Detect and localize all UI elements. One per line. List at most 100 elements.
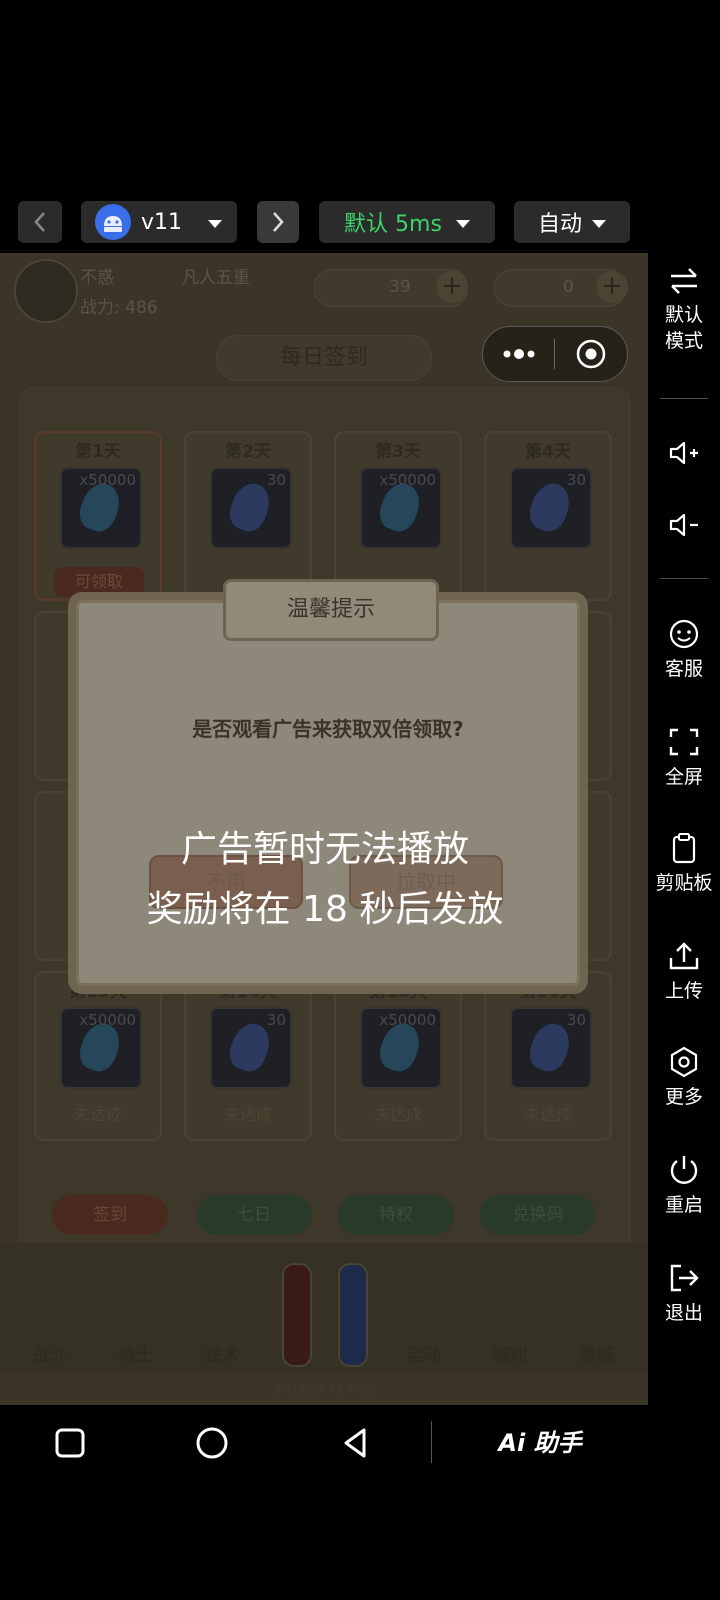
day-card[interactable]: 第14天 30 未达成 [184,971,312,1141]
progress-text: 44/303 (14%) [272,1381,376,1399]
panel-title-banner: 每日签到 [216,335,432,381]
reward-qty: 30 [266,1011,286,1029]
customer-service-button[interactable]: 客服 [648,618,720,682]
ai-assistant-label: Ai 助手 [498,1429,582,1457]
tab-privilege[interactable]: 特权 [338,1195,454,1235]
exit-button[interactable]: 退出 [648,1262,720,1326]
nav-spell[interactable]: 法术 [182,1341,262,1366]
dialog-title: 温馨提示 [223,579,439,641]
tab-redeem-code[interactable]: 兑换码 [480,1195,596,1235]
divider [660,398,708,399]
nav-attendant[interactable]: 侍士 [96,1341,176,1366]
caret-down-icon [208,220,223,228]
exit-label: 退出 [664,1302,703,1324]
reward-icon: 30 [210,467,292,549]
more-label: 更多 [664,1086,703,1108]
nav-shop[interactable]: 商城 [556,1341,636,1366]
day-status: 未达成 [523,1105,572,1124]
quality-selector[interactable]: 自动 [514,201,630,243]
switch-mode-button[interactable]: 默认 模式 [648,266,720,354]
upload-button[interactable]: 上传 [648,940,720,1004]
day-card[interactable]: 第4天 30 [484,431,612,601]
day-card[interactable]: 第3天 x50000 [334,431,462,601]
player-avatar[interactable] [14,259,78,323]
day-card[interactable]: 第16天 30 未达成 [484,971,612,1141]
fullscreen-button[interactable]: 全屏 [648,726,720,790]
triangle-back-icon [344,1428,366,1458]
more-options-button[interactable] [483,327,553,381]
forward-button[interactable] [257,201,299,243]
back-button[interactable] [18,201,62,243]
reward-qty: 30 [566,1011,586,1029]
back-nav-button[interactable] [336,1423,376,1463]
fullscreen-icon [669,728,699,756]
square-icon [55,1428,85,1458]
reward-qty: x50000 [379,471,436,489]
clipboard-button[interactable]: 剪贴板 [648,832,720,896]
ad-unavailable-toast: 广告暂时无法播放 奖励将在 18 秒后发放 [100,820,550,940]
player-power: 战力: 486 [80,298,158,318]
divider [660,578,708,579]
toast-line-1: 广告暂时无法播放 [180,829,469,870]
reward-icon: x50000 [60,467,142,549]
caret-down-icon [592,220,606,228]
day-card[interactable]: 第13天 x50000 未达成 [34,971,162,1141]
reward-icon: x50000 [360,1007,442,1089]
customer-service-label: 客服 [664,658,703,680]
restart-button[interactable]: 重启 [648,1154,720,1218]
reward-icon: 30 [510,467,592,549]
day-card[interactable]: 第2天 30 [184,431,312,601]
reward-icon: x50000 [360,467,442,549]
currency-value-2: 0 [563,277,574,297]
reward-qty: x50000 [79,1011,136,1029]
nav-battle[interactable]: 战斗 [10,1341,90,1366]
nav-divider [431,1421,432,1463]
circle-icon [196,1427,228,1459]
day-label: 第2天 [225,442,271,462]
device-selector[interactable]: v11 [81,201,237,243]
nav-event[interactable]: 活动 [384,1341,464,1366]
day-label: 第1天 [75,442,121,462]
latency-mode-selector[interactable]: 默认 5ms [319,201,495,243]
day-status: 未达成 [73,1105,122,1124]
add-currency-1-button[interactable]: + [436,271,468,303]
volume-up-button[interactable] [648,438,720,474]
player-realm: 凡人五重 [182,268,250,288]
hp-gauge [282,1263,312,1367]
tab-signin[interactable]: 签到 [52,1195,168,1235]
day-label: 第3天 [375,442,421,462]
day-card[interactable]: 第1天 x50000 可领取 [34,431,162,601]
panel-title: 每日签到 [279,345,368,370]
clipboard-label: 剪贴板 [655,872,713,894]
volume-down-button[interactable] [648,510,720,546]
add-currency-2-button[interactable]: + [596,271,628,303]
reward-icon: x50000 [60,1007,142,1089]
restart-label: 重启 [664,1194,703,1216]
android-icon [95,204,131,240]
clipboard-icon [672,833,696,864]
player-name: 不惑 [80,268,114,288]
customer-service-icon [669,619,699,649]
target-icon [576,339,606,369]
more-button[interactable]: 更多 [648,1046,720,1110]
day-card[interactable]: 第15天 x50000 未达成 [334,971,462,1141]
nav-welfare[interactable]: 福利 [470,1341,550,1366]
reward-qty: 30 [566,471,586,489]
close-miniprogram-button[interactable] [555,327,627,381]
miniprogram-capsule [482,326,628,382]
reward-qty: x50000 [79,471,136,489]
reward-icon: 30 [510,1007,592,1089]
logout-icon [670,1264,699,1292]
ai-assistant-button[interactable]: Ai 助手 [490,1425,590,1461]
device-label: v11 [141,209,183,235]
toast-line-2: 奖励将在 18 秒后发放 [146,889,504,930]
claim-badge[interactable]: 可领取 [54,567,144,597]
volume-down-icon [669,513,698,537]
volume-up-icon [669,441,698,465]
upload-label: 上传 [664,980,703,1002]
dots-icon [503,349,535,359]
reward-icon: 30 [210,1007,292,1089]
recents-button[interactable] [50,1423,90,1463]
tab-seven-day[interactable]: 七日 [196,1195,312,1235]
home-button[interactable] [192,1423,232,1463]
